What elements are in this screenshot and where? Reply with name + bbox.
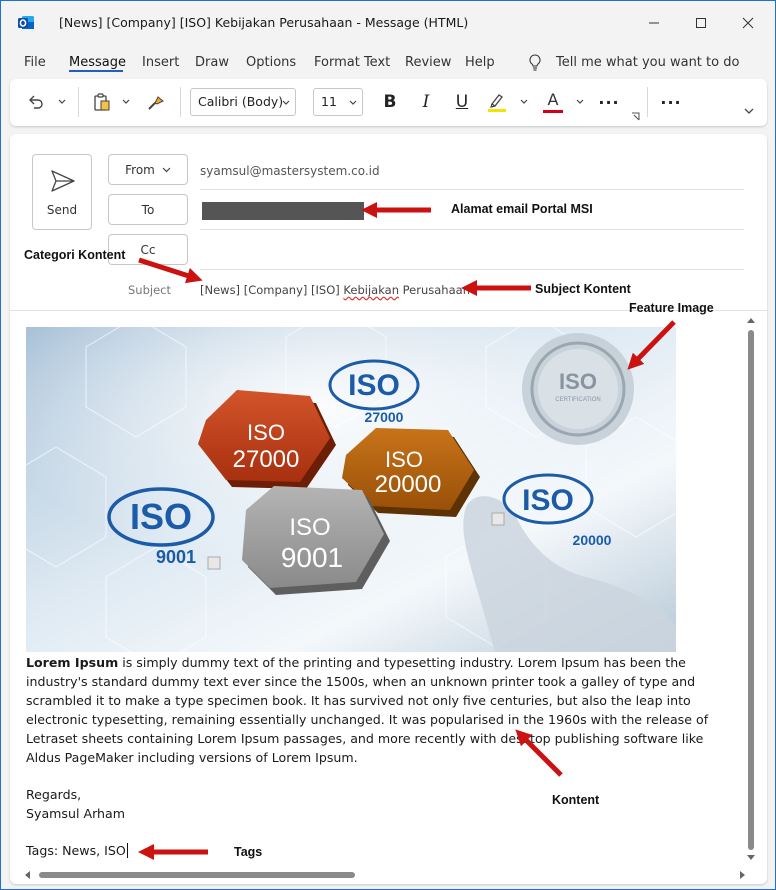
arrow-feature-image: [627, 320, 676, 370]
annotation-subject: Subject Kontent: [535, 282, 631, 296]
annotation-feature-image: Feature Image: [629, 301, 714, 315]
annotation-category: Categori Kontent: [24, 248, 126, 262]
annotation-tags: Tags: [234, 845, 263, 859]
annotation-email-portal: Alamat email Portal MSI: [451, 202, 593, 216]
annotation-content: Kontent: [552, 793, 600, 807]
arrow-category: [138, 257, 203, 284]
arrow-content: [515, 729, 563, 777]
outlook-message-window: [News] [Company] [ISO] Kebijakan Perusah…: [0, 0, 776, 890]
annotation-arrows: [137, 201, 676, 861]
